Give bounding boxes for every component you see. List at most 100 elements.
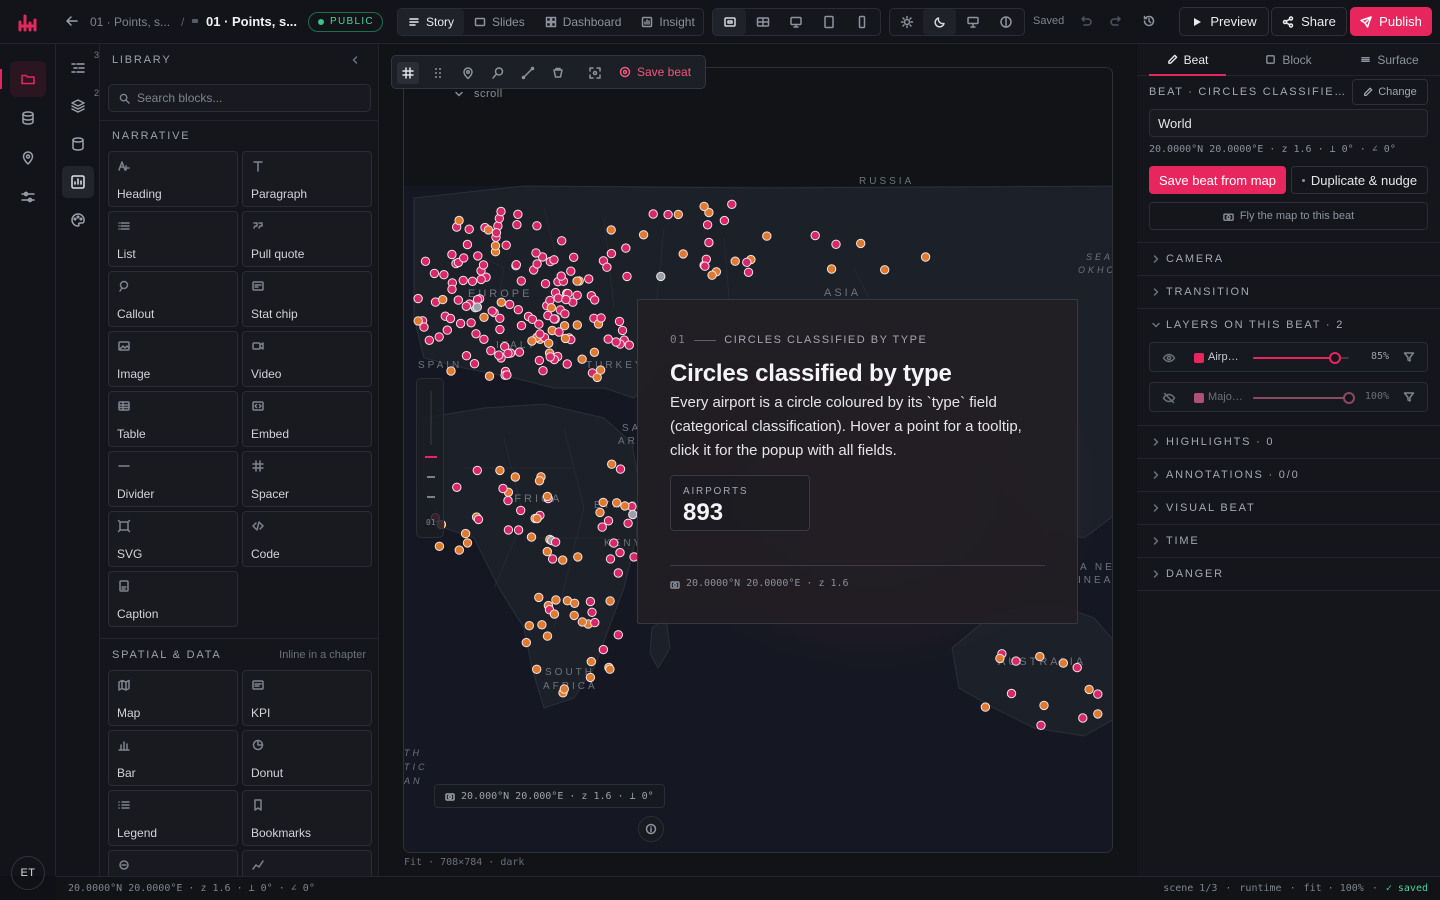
airport-point[interactable]: [648, 209, 658, 219]
airport-point[interactable]: [605, 554, 616, 564]
block-tile-heading[interactable]: Heading: [108, 151, 238, 207]
airport-point[interactable]: [550, 537, 561, 547]
airport-point[interactable]: [1011, 656, 1021, 666]
pin-tool-icon[interactable]: [457, 62, 479, 84]
section-layers[interactable]: LAYERS ON THIS BEAT · 2: [1137, 308, 1440, 341]
airport-point[interactable]: [572, 320, 583, 330]
airport-point[interactable]: [663, 209, 673, 220]
airport-point[interactable]: [569, 598, 580, 608]
airport-point[interactable]: [455, 318, 466, 329]
airport-point[interactable]: [524, 621, 535, 631]
airport-point[interactable]: [615, 547, 625, 558]
airport-point[interactable]: [473, 514, 484, 525]
lasso-tool-icon[interactable]: [487, 62, 509, 84]
block-tile-video[interactable]: Video: [242, 331, 372, 387]
airport-point[interactable]: [495, 324, 505, 335]
airport-point[interactable]: [542, 631, 553, 641]
block-tile-code[interactable]: Code: [242, 511, 372, 567]
airport-point[interactable]: [531, 248, 541, 258]
airport-point[interactable]: [534, 355, 545, 366]
eye-icon[interactable]: [1162, 351, 1176, 365]
airport-point[interactable]: [699, 201, 709, 212]
airport-point[interactable]: [513, 209, 523, 220]
airport-point[interactable]: [521, 637, 532, 648]
airport-point[interactable]: [590, 617, 600, 628]
airport-point[interactable]: [445, 313, 456, 324]
block-tile-embed[interactable]: Embed: [242, 391, 372, 447]
airport-point[interactable]: [501, 240, 511, 250]
airport-point[interactable]: [413, 293, 423, 304]
airport-point[interactable]: [461, 301, 471, 312]
airport-point[interactable]: [429, 268, 440, 279]
mode-story-tab[interactable]: Story: [398, 9, 465, 35]
airport-point[interactable]: [495, 313, 505, 324]
section-visual-beat[interactable]: VISUAL BEAT: [1137, 491, 1440, 524]
section-annotations[interactable]: ANNOTATIONS · 0/0: [1137, 458, 1440, 491]
airport-point[interactable]: [532, 221, 542, 231]
airport-point[interactable]: [447, 249, 457, 260]
light-icon[interactable]: [890, 9, 923, 35]
airport-point[interactable]: [880, 265, 890, 275]
block-tile-list[interactable]: List: [108, 211, 238, 267]
airport-point[interactable]: [603, 334, 613, 344]
airport-point[interactable]: [486, 346, 496, 356]
airport-point[interactable]: [624, 340, 635, 350]
airport-point[interactable]: [606, 248, 617, 259]
save-beat-button[interactable]: Save beat: [619, 65, 691, 79]
airport-point[interactable]: [602, 262, 612, 272]
airport-point[interactable]: [621, 243, 631, 253]
airport-point[interactable]: [516, 505, 526, 516]
airport-point[interactable]: [612, 498, 622, 508]
airport-point[interactable]: [434, 332, 444, 342]
airport-point[interactable]: [505, 299, 515, 310]
airport-point[interactable]: [700, 261, 710, 271]
airport-point[interactable]: [577, 617, 588, 627]
airport-point[interactable]: [856, 238, 866, 249]
desktop-wide-icon[interactable]: [746, 9, 779, 35]
airport-point[interactable]: [442, 325, 452, 335]
airport-point[interactable]: [1035, 651, 1045, 662]
mobile-icon[interactable]: [845, 9, 878, 35]
outline-button[interactable]: 3: [62, 50, 99, 84]
airport-point[interactable]: [549, 314, 559, 324]
airport-point[interactable]: [535, 329, 545, 339]
layer-color-swatch[interactable]: [1194, 353, 1204, 363]
airport-point[interactable]: [452, 482, 462, 492]
block-tile-kpi[interactable]: KPI: [242, 670, 372, 726]
airport-point[interactable]: [534, 592, 544, 603]
airport-point[interactable]: [490, 241, 501, 251]
airport-point[interactable]: [478, 260, 489, 270]
stat-chip[interactable]: AIRPORTS 893: [670, 475, 810, 531]
filter-icon[interactable]: [1403, 391, 1415, 403]
airport-point[interactable]: [743, 267, 754, 278]
change-beat-button[interactable]: Change: [1352, 79, 1428, 105]
airport-point[interactable]: [559, 684, 570, 694]
airport-point[interactable]: [459, 253, 469, 263]
airport-point[interactable]: [513, 525, 524, 535]
opacity-handle[interactable]: [1343, 392, 1355, 404]
airport-point[interactable]: [1072, 662, 1082, 673]
airport-point[interactable]: [545, 352, 555, 362]
redo-icon[interactable]: [1110, 14, 1124, 28]
airport-point[interactable]: [434, 541, 445, 551]
auto-icon[interactable]: [989, 9, 1022, 35]
airport-point[interactable]: [498, 483, 508, 494]
datasets-button[interactable]: [62, 128, 94, 160]
airport-point[interactable]: [556, 271, 566, 281]
airport-point[interactable]: [995, 653, 1005, 664]
airport-point[interactable]: [585, 672, 596, 683]
airport-point[interactable]: [606, 225, 616, 235]
history-icon[interactable]: [1142, 14, 1156, 28]
airport-point[interactable]: [557, 236, 567, 246]
block-tile-divider[interactable]: Divider: [108, 451, 238, 507]
airport-point[interactable]: [603, 516, 614, 526]
block-tile-donut[interactable]: Donut: [242, 730, 372, 786]
airport-point[interactable]: [454, 545, 464, 555]
mode-dashboard-tab[interactable]: Dashboard: [535, 9, 632, 35]
airport-point[interactable]: [609, 538, 619, 548]
scroll-progress-control[interactable]: 01: [416, 378, 444, 538]
airport-point[interactable]: [560, 333, 571, 344]
airport-point[interactable]: [487, 306, 497, 316]
airport-point[interactable]: [476, 274, 486, 285]
block-tile-more[interactable]: [242, 850, 372, 876]
